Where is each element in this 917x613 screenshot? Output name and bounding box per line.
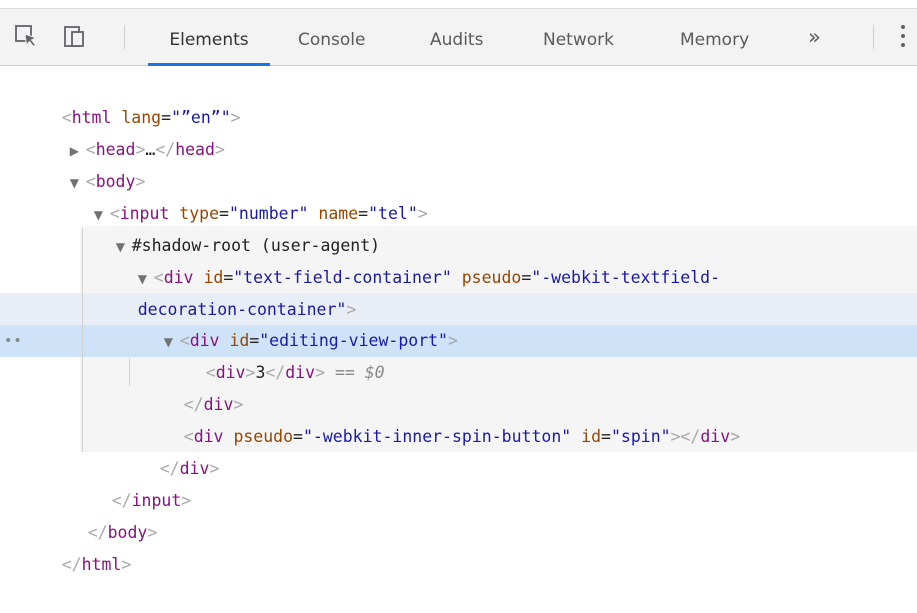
dom-node-head[interactable]: ▶ <head>…</head>: [30, 102, 225, 159]
kebab-menu-icon[interactable]: [898, 25, 908, 51]
device-toolbar-icon[interactable]: [60, 21, 90, 51]
devtools-toolbar: Elements Console Audits Network Memory »: [0, 8, 917, 66]
tab-console[interactable]: Console: [298, 9, 366, 66]
dom-closing-tag[interactable]: </div>: [144, 357, 244, 414]
dom-node-html[interactable]: <html lang="”en”">: [22, 70, 241, 127]
dom-closing-tag[interactable]: </input>: [72, 453, 191, 510]
dom-node-inner-div-selected[interactable]: <div>3</div> == $0: [166, 325, 385, 382]
tag-name: div: [285, 363, 316, 382]
attribute-name: pseudo: [233, 427, 294, 446]
inspect-icon[interactable]: [12, 21, 42, 51]
attribute-value: "spin": [610, 427, 671, 446]
more-tabs-icon[interactable]: »: [808, 23, 834, 51]
dom-node-shadow-root[interactable]: ▼ #shadow-root (user-agent): [76, 198, 380, 255]
text-node: 3: [255, 363, 266, 382]
dom-node-editing-view-port[interactable]: ▼ <div id="editing-view-port">: [124, 293, 458, 350]
gutter-menu-dots[interactable]: ••: [4, 325, 23, 357]
dom-node-body[interactable]: ▼ <body>: [30, 134, 146, 191]
elements-dom-tree: •• <html lang="”en”"> ▶ <head>…</head> ▼ <…: [0, 66, 917, 574]
tab-network[interactable]: Network: [543, 9, 614, 66]
dom-closing-tag[interactable]: </html>: [22, 517, 132, 574]
dom-closing-tag[interactable]: </body>: [48, 485, 158, 542]
attribute-name: pseudo: [461, 268, 522, 287]
tab-audits[interactable]: Audits: [430, 9, 483, 66]
dom-node-input[interactable]: ▼ <input type="number" name="tel">: [54, 166, 428, 223]
toolbar-divider: [873, 25, 874, 49]
dom-node-text-field-container-wrap: decoration-container">: [137, 300, 357, 319]
toolbar-divider: [124, 25, 125, 49]
attribute-value: "-webkit-textfield-: [531, 268, 721, 287]
tag-name: div: [700, 427, 731, 446]
selected-node-marker: == $0: [334, 363, 385, 382]
dom-closing-tag[interactable]: </div>: [120, 421, 220, 478]
tag-name: head: [175, 140, 215, 159]
attribute-value: "-webkit-inner-spin-button": [302, 427, 572, 446]
dom-node-text-field-container[interactable]: ▼ <div id="text-field-container" pseudo="…: [98, 230, 720, 287]
collapsed-ellipsis[interactable]: …: [145, 140, 155, 159]
dom-node-spin-button[interactable]: <div pseudo="-webkit-inner-spin-button" …: [144, 389, 740, 446]
tab-elements[interactable]: Elements: [148, 9, 270, 66]
tab-memory[interactable]: Memory: [680, 9, 749, 66]
attribute-name: id: [581, 427, 602, 446]
tag-name: html: [81, 555, 122, 574]
